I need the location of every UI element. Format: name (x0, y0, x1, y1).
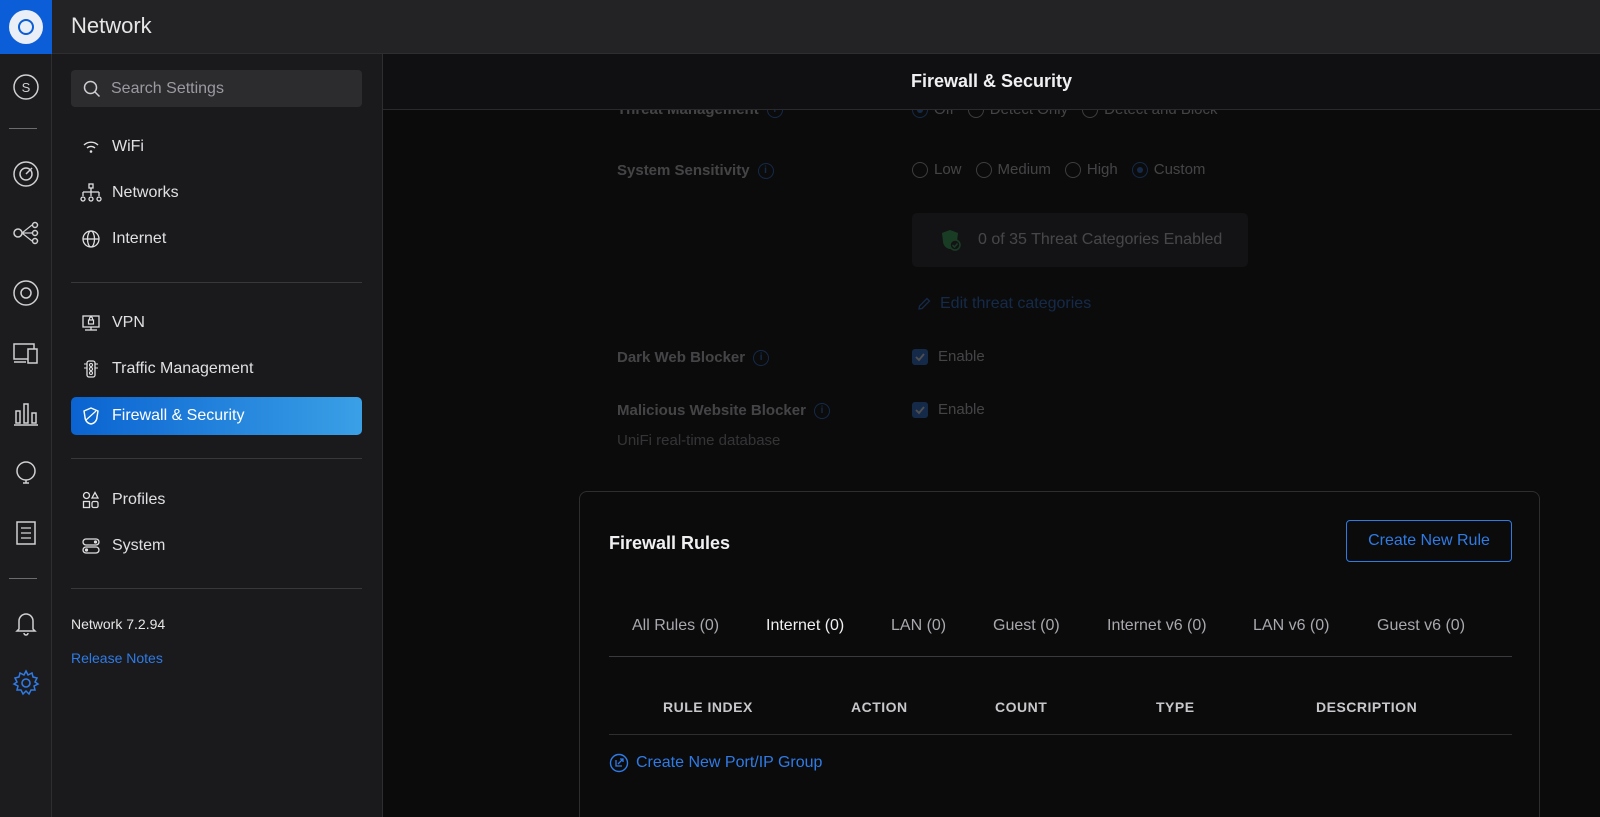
malicious-website-blocker-subtext: UniFi real-time database (617, 432, 781, 449)
nav-item-system[interactable]: System (71, 527, 362, 565)
column-action[interactable]: ACTION (851, 699, 908, 715)
nav-item-traffic-management[interactable]: Traffic Management (71, 350, 362, 388)
nav-item-profiles[interactable]: Profiles (71, 481, 362, 519)
logo-circle-icon (9, 10, 43, 44)
search-input[interactable] (111, 79, 351, 98)
dark-web-blocker-checkbox[interactable]: Enable (912, 348, 985, 365)
traffic-icon (80, 358, 102, 380)
shield-check-icon (942, 230, 961, 251)
system-sensitivity-label: System Sensitivity i (617, 162, 774, 179)
firewall-rules-title: Firewall Rules (609, 533, 731, 553)
clients-icon[interactable] (8, 335, 44, 371)
threat-categories-count: 0 of 35 Threat Categories Enabled (978, 231, 1223, 248)
insights-icon[interactable] (8, 455, 44, 491)
top-bar: Network (0, 0, 1600, 54)
notifications-icon[interactable] (8, 605, 44, 641)
nav-item-networks[interactable]: Networks (71, 174, 362, 212)
nav-item-internet[interactable]: Internet (71, 220, 362, 258)
tab-guest[interactable]: Guest (0) (993, 617, 1060, 635)
globe-icon (80, 228, 102, 250)
shield-icon (80, 405, 102, 427)
info-icon[interactable]: i (757, 162, 774, 179)
profiles-icon (80, 489, 102, 511)
create-new-rule-button[interactable]: Create New Rule (1346, 520, 1512, 562)
search-box[interactable] (71, 70, 362, 107)
nav-label: System (112, 537, 166, 554)
pencil-icon (918, 297, 931, 310)
wifi-icon (80, 136, 102, 158)
tab-internet[interactable]: Internet (0) (766, 617, 844, 635)
settings-icon[interactable] (8, 665, 44, 701)
external-link-icon (609, 753, 629, 773)
column-type[interactable]: TYPE (1156, 699, 1195, 715)
content-header: Firewall & Security (383, 54, 1600, 110)
radio-custom[interactable]: Custom (1131, 161, 1205, 178)
nav-label: Profiles (112, 491, 166, 508)
icon-rail: S (0, 54, 52, 817)
user-avatar-icon[interactable]: S (8, 69, 44, 105)
nav-label: Internet (112, 230, 167, 247)
unifi-logo[interactable] (0, 0, 52, 54)
logs-icon[interactable] (8, 515, 44, 551)
info-icon[interactable]: i (813, 402, 830, 419)
networks-icon (80, 182, 102, 204)
devices-icon[interactable] (8, 275, 44, 311)
nav-item-firewall-security[interactable]: Firewall & Security (71, 397, 362, 435)
nav-label: Traffic Management (112, 360, 254, 377)
tab-guest-v6[interactable]: Guest v6 (0) (1377, 617, 1465, 635)
system-sensitivity-options: Low Medium High Custom (912, 161, 1219, 178)
tab-lan-v6[interactable]: LAN v6 (0) (1253, 617, 1329, 635)
checkbox-checked-icon (912, 401, 928, 418)
malicious-website-blocker-checkbox[interactable]: Enable (912, 401, 985, 418)
system-icon (80, 535, 102, 557)
nav-label: VPN (112, 314, 145, 331)
radio-high[interactable]: High (1064, 161, 1118, 178)
column-rule-index[interactable]: RULE INDEX (663, 699, 753, 715)
page-title: Firewall & Security (910, 71, 1073, 91)
nav-label: WiFi (112, 138, 144, 155)
dark-web-blocker-label: Dark Web Blocker i (617, 349, 770, 366)
radio-low[interactable]: Low (912, 161, 962, 178)
version-text: Network 7.2.94 (71, 616, 166, 632)
statistics-icon[interactable] (8, 395, 44, 431)
nav-label: Networks (112, 184, 179, 201)
checkbox-checked-icon (912, 348, 928, 365)
create-port-ip-group-link[interactable]: Create New Port/IP Group (609, 753, 822, 773)
search-icon (83, 80, 101, 97)
main-content: Firewall & Security Threat Managementi O… (383, 54, 1600, 817)
rule-tabs: All Rules (0) Internet (0) LAN (0) Guest… (609, 607, 1512, 657)
malicious-website-blocker-label: Malicious Website Blocker i (617, 402, 830, 419)
edit-threat-categories-link[interactable]: Edit threat categories (916, 295, 1091, 313)
info-icon[interactable]: i (753, 349, 770, 366)
tab-lan[interactable]: LAN (0) (891, 617, 946, 635)
user-initial: S (22, 80, 31, 95)
tab-all-rules[interactable]: All Rules (0) (632, 617, 719, 635)
tab-internet-v6[interactable]: Internet v6 (0) (1107, 617, 1207, 635)
column-count[interactable]: COUNT (995, 699, 1047, 715)
threat-categories-box: 0 of 35 Threat Categories Enabled (912, 213, 1248, 267)
settings-panel: WiFi Networks Internet VPN Traffic Manag… (52, 54, 383, 817)
nav-item-wifi[interactable]: WiFi (71, 128, 362, 166)
column-description[interactable]: DESCRIPTION (1316, 699, 1417, 715)
dashboard-icon[interactable] (8, 156, 44, 192)
topology-icon[interactable] (8, 215, 44, 251)
release-notes-link[interactable]: Release Notes (71, 650, 163, 666)
radio-medium[interactable]: Medium (975, 161, 1051, 178)
nav-label: Firewall & Security (112, 407, 245, 424)
firewall-rules-card: Firewall Rules Create New Rule All Rules… (579, 491, 1540, 817)
app-title: Network (71, 13, 152, 38)
rules-table-header: RULE INDEX ACTION COUNT TYPE DESCRIPTION (609, 687, 1512, 735)
vpn-icon (80, 312, 102, 334)
nav-item-vpn[interactable]: VPN (71, 304, 362, 342)
